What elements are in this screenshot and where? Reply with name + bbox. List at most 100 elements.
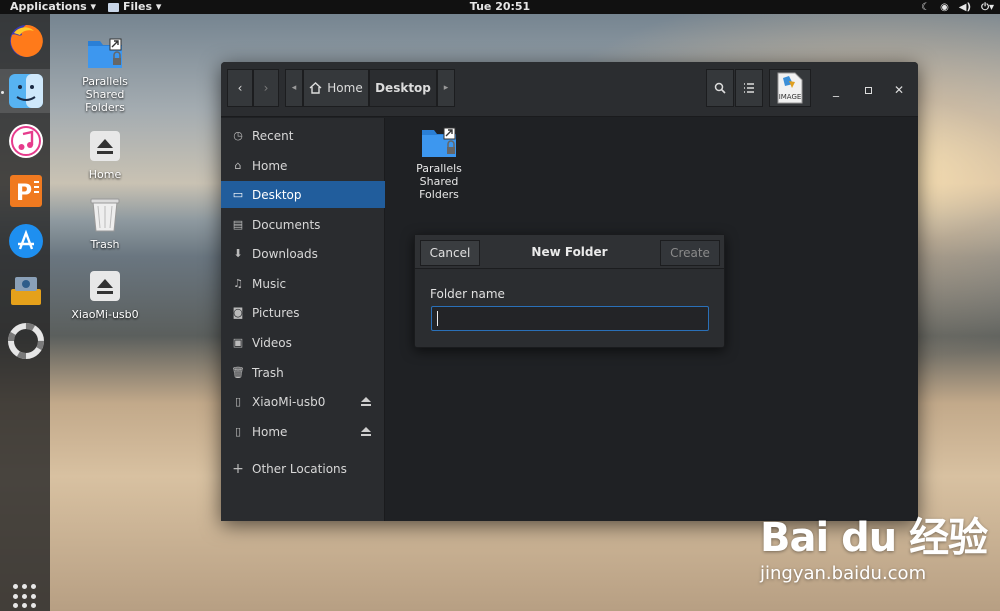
list-view-icon [744,83,754,93]
files-icon [108,2,119,12]
sidebar-item-downloads[interactable]: ⬇ Downloads [221,240,385,267]
watermark-url: jingyan.baidu.com [760,563,927,584]
eject-drive-icon [90,271,120,301]
path-scroll-left[interactable]: ◂ [285,69,303,107]
grid-icon[interactable] [13,584,39,610]
sidebar-item-music[interactable]: ♫ Music [221,270,385,297]
caret-right-icon: ▸ [443,83,449,93]
folder-name-label: Folder name [430,287,505,301]
dock: P [0,14,50,611]
desktop-icon-xiaomi-usb0[interactable]: XiaoMi-usb0 [70,270,140,321]
desktop-icon-parallels-shared-folders[interactable]: Parallels Shared Folders [70,37,140,114]
sidebar-item-label: Desktop [252,187,302,202]
sidebar-item-label: Trash [252,365,284,380]
desktop-icon-trash[interactable]: Trash [70,196,140,251]
chevron-left-icon: ‹ [237,81,243,95]
trash-icon [90,198,120,232]
documents-icon: ▤ [232,218,244,231]
sidebar-item-pictures[interactable]: ◙ Pictures [221,299,385,326]
folder-name-input[interactable] [431,306,709,331]
desktop-icon-home-drive[interactable]: Home [70,130,140,181]
power-icon: ⏻▾ [981,1,994,13]
maximize-button[interactable] [857,79,879,101]
sidebar-item-videos[interactable]: ▣ Videos [221,329,385,356]
dock-finder[interactable] [7,72,45,110]
dock-parallels[interactable] [7,272,45,310]
image-file-icon: IMAGE [777,72,803,104]
parallels-icon [11,277,41,305]
dock-itunes[interactable] [7,122,45,160]
image-options-button[interactable]: IMAGE [769,69,811,107]
path-desktop[interactable]: Desktop [369,69,437,107]
finder-icon [9,74,43,108]
sidebar-item-desktop[interactable]: ▭ Desktop [221,181,385,208]
music-icon: ♫ [233,277,243,290]
desktop-icon: ▭ [232,188,244,201]
desktop-icon-label: Parallels Shared Folders [82,75,128,114]
content-item-parallels-shared-folders[interactable]: Parallels Shared Folders [399,126,479,201]
chevron-right-icon: › [263,81,269,95]
image-badge-label: IMAGE [779,93,802,101]
files-app-menu[interactable]: Files ▾ [108,0,161,14]
maximize-icon [864,86,872,94]
sidebar-item-home-drive[interactable]: ▯ Home [221,418,385,445]
svg-text:P: P [16,181,32,206]
top-bar: Applications ▾ Files ▾ Tue 20:51 ☾ ◉ ◀) … [0,0,1000,14]
search-button[interactable] [706,69,734,107]
running-indicator [1,91,4,94]
sidebar-item-label: Home [252,158,288,173]
new-folder-dialog: Cancel New Folder Create Folder name [414,234,725,348]
path-desktop-label: Desktop [375,81,431,95]
shared-folder-icon [422,127,456,157]
view-list-button[interactable] [735,69,763,107]
trash-icon: 🗑︎ [231,366,245,379]
path-home[interactable]: Home [303,69,369,107]
night-mode-icon: ☾ [921,1,931,13]
sidebar-item-label: Documents [252,217,321,232]
camera-icon: ◙ [232,306,244,319]
sidebar-item-label: Music [252,276,287,291]
eject-icon[interactable] [361,397,371,406]
home-icon [309,82,322,94]
close-button[interactable]: ✕ [888,79,910,101]
app-store-icon [9,224,43,258]
sidebar-item-other-locations[interactable]: + Other Locations [221,455,385,482]
path-home-label: Home [327,81,363,95]
plus-icon: + [232,460,244,477]
path-scroll-right[interactable]: ▸ [437,69,455,107]
create-button[interactable]: Create [660,240,720,266]
sidebar-item-label: Downloads [252,246,318,261]
dock-firefox[interactable] [7,22,45,60]
drive-icon: ▯ [234,425,242,438]
files-app-menu-label: Files ▾ [123,0,162,13]
baidu-watermark: Bai du 经验 jingyan.baidu.com [760,505,990,584]
sidebar-item-label: XiaoMi-usb0 [252,394,326,409]
forward-button[interactable]: › [253,69,279,107]
places-sidebar: ◷ Recent ⌂ Home ▭ Desktop ▤ Documents ⬇ Downl… [221,118,385,521]
search-icon [714,82,726,94]
itunes-icon [9,124,43,158]
applications-menu[interactable]: Applications ▾ [10,0,96,14]
dock-app-store[interactable] [7,222,45,260]
home-icon: ⌂ [234,159,242,172]
dialog-header: Cancel New Folder Create [415,235,724,269]
sidebar-item-documents[interactable]: ▤ Documents [221,211,385,238]
eject-icon[interactable] [361,427,371,436]
sidebar-item-home[interactable]: ⌂ Home [221,152,385,179]
close-icon: ✕ [893,83,905,97]
shared-folder-icon [88,38,122,68]
cancel-button[interactable]: Cancel [420,240,480,266]
system-tray[interactable]: ☾ ◉ ◀) ⏻▾ [921,0,994,14]
wps-presentation-icon: P [10,175,42,207]
desktop-icon-label: XiaoMi-usb0 [71,308,139,321]
sidebar-item-trash[interactable]: 🗑︎ Trash [221,359,385,386]
headerbar: ‹ › ◂ Home Desktop ▸ IMAGE _ ✕ [221,62,918,117]
sidebar-item-recent[interactable]: ◷ Recent [221,122,385,149]
dock-help[interactable] [7,322,45,360]
minimize-button[interactable]: _ [825,79,847,101]
dock-wps-presentation[interactable]: P [7,172,45,210]
sidebar-item-xiaomi-usb0[interactable]: ▯ XiaoMi-usb0 [221,388,385,415]
back-button[interactable]: ‹ [227,69,253,107]
content-item-label: Parallels Shared Folders [416,162,462,201]
caret-left-icon: ◂ [291,83,297,93]
